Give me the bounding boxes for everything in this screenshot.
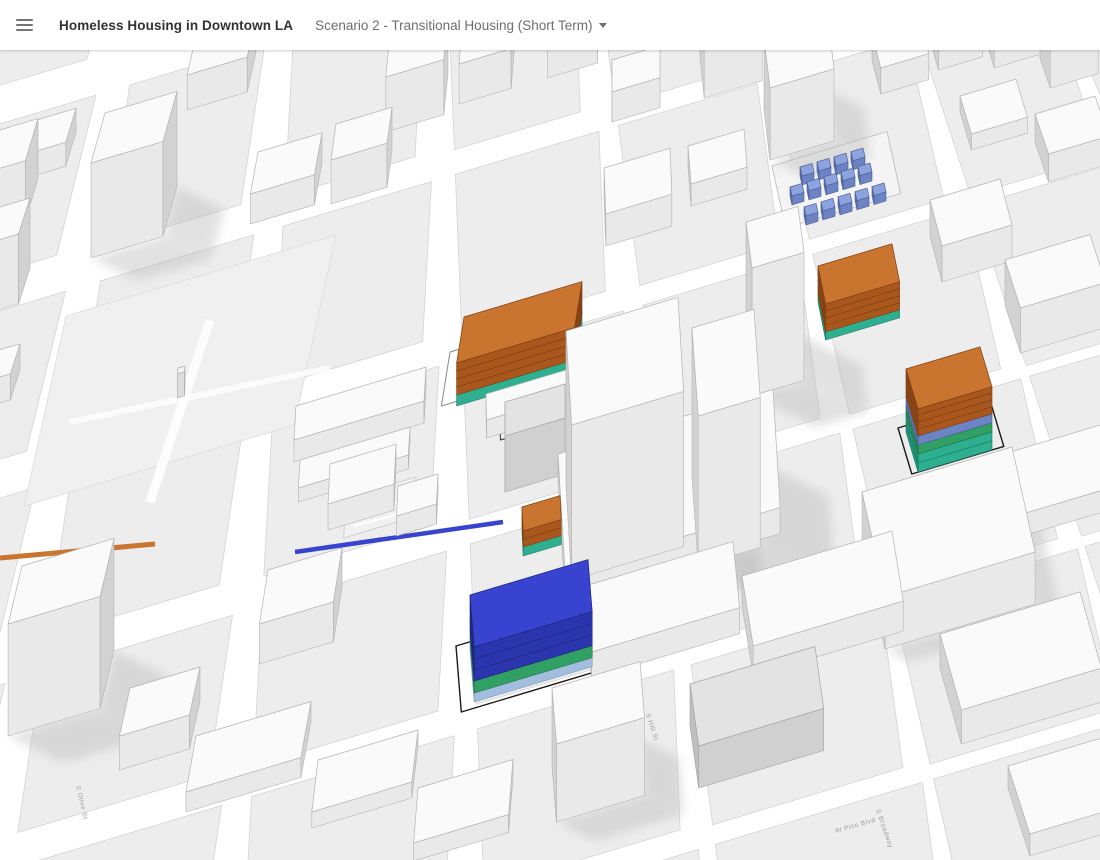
- menu-bar: [16, 19, 33, 21]
- menu-bar: [16, 29, 33, 31]
- hamburger-menu-icon[interactable]: [16, 17, 36, 33]
- building: [0, 233, 19, 310]
- building: [751, 252, 805, 397]
- building: [697, 397, 761, 567]
- caret-down-icon: [599, 23, 608, 28]
- app-header: Homeless Housing in Downtown LA Scenario…: [0, 0, 1100, 50]
- building: [596, 50, 598, 64]
- city-scene-canvas[interactable]: W Pico BlvdS Hill StW Pico BlvdS Broadwa…: [0, 50, 1100, 860]
- building: [443, 50, 449, 115]
- city-block: [0, 50, 90, 86]
- scenario-selector[interactable]: Scenario 2 - Transitional Housing (Short…: [309, 17, 613, 34]
- building: [177, 371, 185, 399]
- menu-bar: [16, 24, 33, 26]
- city-block: [0, 683, 6, 706]
- page-title: Homeless Housing in Downtown LA: [59, 17, 294, 33]
- scenario-label: Scenario 2 - Transitional Housing (Short…: [315, 17, 593, 33]
- app-window: Homeless Housing in Downtown LA Scenario…: [0, 0, 1100, 860]
- scene-3d-map[interactable]: W Pico BlvdS Hill StW Pico BlvdS Broadwa…: [0, 50, 1100, 860]
- building: [691, 309, 761, 417]
